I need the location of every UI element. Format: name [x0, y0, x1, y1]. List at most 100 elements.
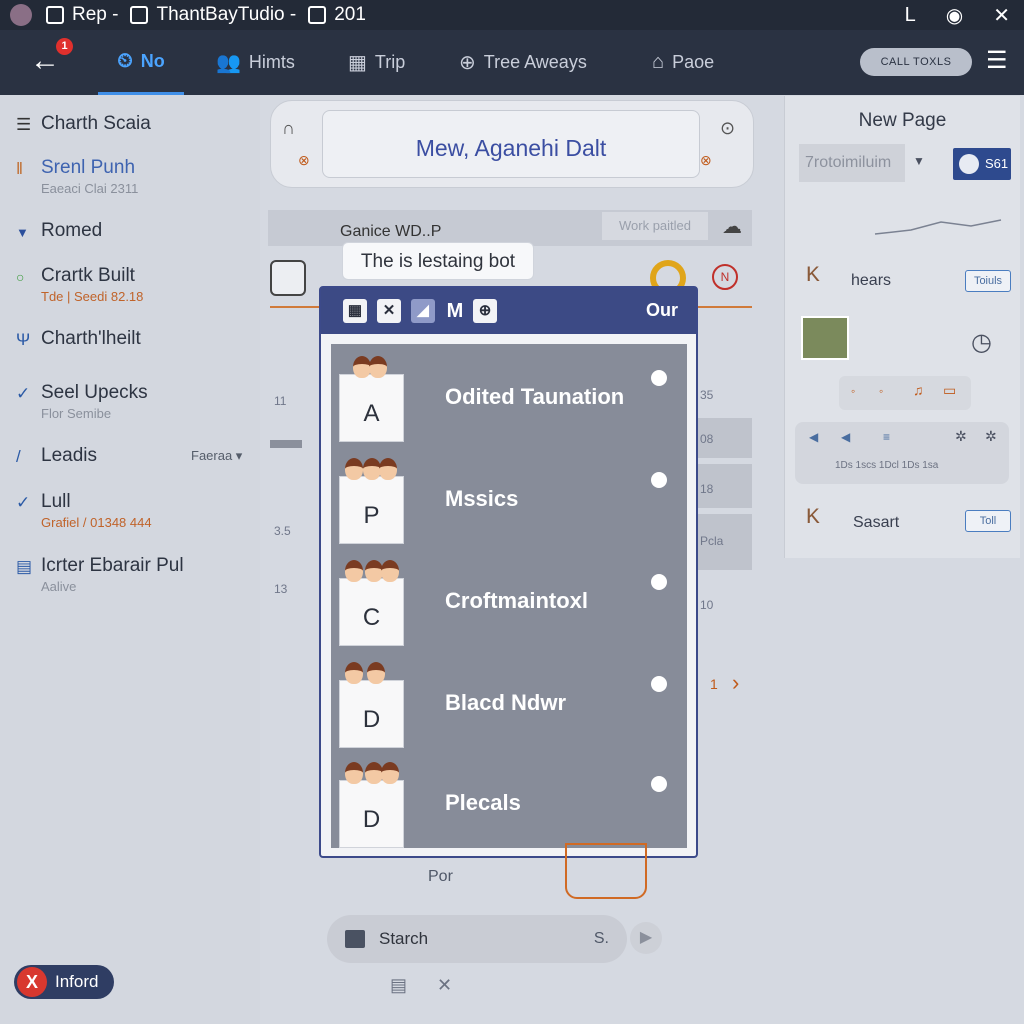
- radio-button[interactable]: [651, 472, 667, 488]
- tab-label: No: [140, 50, 165, 71]
- tab-label: Tree Aweays: [483, 52, 587, 72]
- forward-icon[interactable]: ⊗: [700, 152, 712, 169]
- title-tab-3[interactable]: 201: [334, 4, 366, 26]
- sidebar-item-label: Icrter Ebarair Pul: [41, 555, 184, 576]
- tab-trip[interactable]: ▦ Trip: [348, 30, 405, 95]
- canvas-title: Mew, Aganehi Dalt: [415, 135, 607, 161]
- sidebar-item-sub: Flor Semibe: [41, 406, 112, 421]
- row-number: Pcla: [700, 534, 724, 548]
- tab-label: Himts: [248, 52, 295, 72]
- icon-toolbar: ◦ ◦ ♫ ▭: [839, 376, 971, 410]
- rewind-icon[interactable]: ◀: [809, 430, 818, 444]
- app-icon: [130, 6, 149, 24]
- checkmark-icon: ✓: [16, 493, 31, 512]
- toolbar-icon[interactable]: ◦: [851, 384, 855, 398]
- avatar-group-icon: [345, 458, 405, 488]
- avatar[interactable]: [10, 4, 32, 26]
- user-icon[interactable]: ◢: [411, 299, 435, 323]
- sidebar-item-label: Charth'lheilt: [41, 328, 141, 349]
- tab-paoe[interactable]: ⌂ Paoe: [652, 30, 714, 95]
- close-icon[interactable]: X: [17, 967, 47, 997]
- entry-chip[interactable]: Toiuls: [965, 270, 1011, 292]
- minimize-icon[interactable]: L: [905, 4, 916, 27]
- clipboard-icon[interactable]: ▤: [390, 975, 407, 996]
- list-item[interactable]: D Blacd Ndwr: [331, 650, 687, 752]
- figure-icon: ᴷ: [807, 262, 820, 295]
- title-tab-1[interactable]: Rep -: [72, 4, 118, 26]
- rewind-icon[interactable]: ⊗: [298, 152, 310, 169]
- radio-button[interactable]: [651, 776, 667, 792]
- stats-text: 1Ds 1scs 1Dcl 1Ds 1sa: [835, 460, 939, 471]
- modal-list: A Odited Taunation P Mssics C Croftmaint…: [331, 344, 687, 848]
- cylinder-icon[interactable]: [270, 260, 306, 296]
- work-button[interactable]: Work paitled: [602, 212, 708, 240]
- sidebar-item-label: Charth Scaia: [41, 113, 151, 134]
- play-icon[interactable]: ▶: [630, 922, 662, 954]
- landscape-thumbnail: [801, 316, 849, 360]
- modal-header-label: Our: [645, 300, 678, 320]
- home-icon: ⌂: [652, 51, 665, 73]
- rewind-icon[interactable]: ◀: [841, 430, 850, 444]
- sidebar-item-dropdown[interactable]: Faeraa ▾: [191, 448, 242, 464]
- avatar-group-icon: [345, 662, 405, 692]
- hamburger-menu-icon[interactable]: ☰: [986, 46, 1008, 75]
- list-item[interactable]: D Plecals: [331, 750, 687, 852]
- checkmark-icon: ✓: [16, 384, 31, 403]
- chip-label: Inford: [55, 972, 99, 991]
- cloud-icon[interactable]: ☁: [722, 214, 742, 239]
- row-number: 13: [274, 582, 288, 596]
- globe-icon[interactable]: ⊕: [473, 299, 497, 323]
- list-item-label: Blacd Ndwr: [445, 690, 567, 715]
- call-tools-button[interactable]: CALL TOXLS: [860, 48, 972, 76]
- settings-icon[interactable]: ◉: [946, 3, 963, 28]
- gear-icon[interactable]: ✲: [985, 428, 997, 445]
- menu-icon[interactable]: ≡: [883, 430, 890, 444]
- music-icon[interactable]: ♫: [913, 382, 924, 398]
- list-item-label: Mssics: [445, 486, 519, 511]
- list-item-label: Croftmaintoxl: [445, 588, 588, 613]
- radio-button[interactable]: [651, 370, 667, 386]
- m-icon[interactable]: M: [443, 299, 467, 323]
- status-dot-icon: ○: [16, 269, 25, 285]
- close-icon[interactable]: ✕: [437, 975, 452, 996]
- lock-icon[interactable]: ∩: [282, 118, 295, 139]
- trash-button[interactable]: [565, 843, 647, 899]
- entry-chip[interactable]: Toll: [965, 510, 1011, 532]
- calculator-icon[interactable]: ▦: [343, 299, 367, 323]
- stop-icon[interactable]: N: [712, 264, 738, 290]
- window-titlebar: Rep - ThantBayTudio - 201 L ◉ ✕: [0, 0, 1024, 30]
- page-select[interactable]: 7rotoimiluim: [799, 144, 905, 182]
- list-item[interactable]: A Odited Taunation: [331, 344, 687, 446]
- close-box-icon[interactable]: ✕: [377, 299, 401, 323]
- radio-button[interactable]: [651, 574, 667, 590]
- search-input[interactable]: [377, 928, 577, 950]
- tab-no[interactable]: ⏲ No: [98, 30, 184, 95]
- radio-button[interactable]: [651, 676, 667, 692]
- divider: [270, 440, 302, 448]
- row-number: 3.5: [274, 524, 291, 538]
- list-item[interactable]: C Croftmaintoxl: [331, 548, 687, 650]
- entry-name: hears: [851, 272, 892, 289]
- row-number: 10: [700, 598, 714, 612]
- top-navbar: ← 1 ⏲ No 👥 Himts ▦ Trip ⊕ Tree Aweays ⌂ …: [0, 30, 1024, 95]
- clock-icon[interactable]: ◷: [971, 328, 992, 357]
- status-pill[interactable]: S61: [953, 148, 1011, 180]
- pencil-icon: /: [16, 447, 21, 466]
- toolbar-icon[interactable]: ◦: [879, 384, 883, 398]
- sidebar-item-sub: Eaeaci Clai 2311: [41, 181, 139, 196]
- calendar-icon: ▦: [348, 52, 367, 74]
- gear-icon[interactable]: ✲: [955, 428, 967, 445]
- caret-down-icon[interactable]: ▼: [913, 154, 925, 168]
- inford-chip[interactable]: X Inford: [14, 965, 114, 999]
- close-icon[interactable]: ✕: [993, 3, 1010, 28]
- folder-icon[interactable]: ▭: [943, 382, 956, 399]
- list-item[interactable]: P Mssics: [331, 446, 687, 548]
- tab-tree-aweays[interactable]: ⊕ Tree Aweays: [459, 30, 587, 95]
- title-tab-2[interactable]: ThantBayTudio -: [156, 4, 296, 26]
- chevron-right-icon[interactable]: ›: [732, 670, 739, 696]
- search-bar[interactable]: S.: [327, 915, 627, 963]
- list-item-label: Plecals: [445, 790, 521, 815]
- settings-icon[interactable]: ⊙: [720, 118, 735, 139]
- tab-himts[interactable]: 👥 Himts: [216, 30, 295, 95]
- sidebar-item-sub: Aalive: [41, 579, 77, 594]
